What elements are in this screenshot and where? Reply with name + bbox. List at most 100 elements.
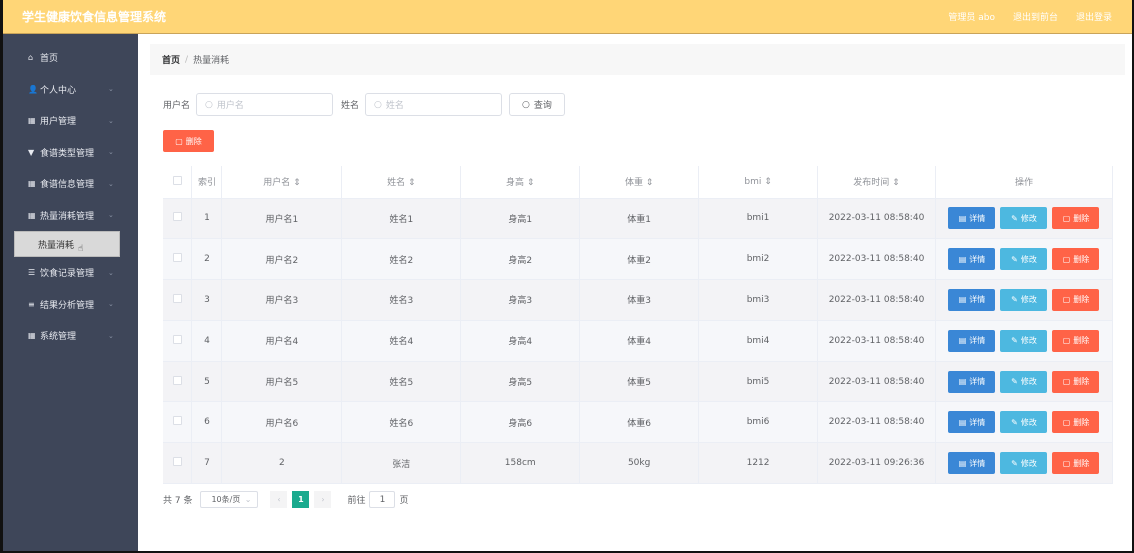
sidebar-item[interactable]: ▼ 食谱类型管理 ⌄ [0,137,138,169]
detail-button[interactable]: ▤ 详情 [948,248,996,271]
row-checkbox-cell[interactable] [163,320,193,362]
row-checkbox-cell[interactable] [163,401,193,444]
sidebar-item[interactable]: ≡ 结果分析管理 ⌄ [0,289,138,321]
table-cell: 2022-03-11 08:58:40 [817,198,936,240]
row-checkbox-cell[interactable] [163,238,193,281]
detail-button[interactable]: ▤ 详情 [948,329,996,352]
sidebar-item[interactable]: ▦ 系统管理 ⌄ [0,320,138,352]
username-input[interactable]: ○ 用户名 [196,93,334,116]
actions-cell: ▤ 详情 ✎ 修改 ▢ 删除 [935,361,1114,403]
sidebar-item[interactable]: ▦ 用户管理 ⌄ [0,105,138,137]
detail-button[interactable]: ▤ 详情 [948,288,996,311]
delete-button[interactable]: ▢ 删除 [1052,452,1100,475]
column-header[interactable]: bmi ⇕ [698,166,819,199]
next-page-button[interactable]: › [314,491,332,508]
delete-button[interactable]: ▢ 删除 [1052,207,1100,230]
query-button[interactable]: ○ 查询 [509,93,565,116]
batch-delete-button[interactable]: ▢ 删除 [163,130,214,152]
row-checkbox-cell[interactable] [163,442,193,485]
row-checkbox-cell[interactable] [163,279,193,321]
data-table: 索引 用户名 ⇕ 姓名 ⇕ 身高 ⇕ 体重 ⇕ bmi ⇕ 发布时间 ⇕ 操作 1 用户名1 姓名… [163,166,1114,485]
column-header[interactable]: 发布时间 ⇕ [817,166,936,199]
edit-label: 修改 [1020,458,1037,468]
sidebar-item[interactable]: ▦ 食谱信息管理 ⌄ [0,168,138,200]
column-header[interactable]: 身高 ⇕ [460,166,581,199]
sidebar-item[interactable]: ▦ 热量消耗管理 ⌄ [0,200,138,232]
edit-button[interactable]: ✎ 修改 [1000,288,1048,311]
goto-label: 前往 [347,496,366,506]
sidebar-item-label: 结果分析管理 [40,300,95,311]
grid-icon: ▦ [28,116,36,126]
column-header[interactable]: 姓名 ⇕ [341,166,462,199]
table-cell: 体重4 [579,320,700,362]
edit-label: 修改 [1020,417,1037,427]
sidebar-subitem-active[interactable]: 热量消耗 ☝ [14,231,120,257]
table-cell: 身高1 [460,198,581,240]
edit-label: 修改 [1020,295,1037,305]
edit-button[interactable]: ✎ 修改 [1000,411,1048,434]
edit-button[interactable]: ✎ 修改 [1000,370,1048,393]
delete-button[interactable]: ▢ 删除 [1052,329,1100,352]
page-size-select[interactable]: 10条/页 ⌄ [200,491,259,508]
edit-button[interactable]: ✎ 修改 [1000,452,1048,475]
table-cell: 姓名1 [341,198,462,240]
name-input[interactable]: ○ 姓名 [365,93,503,116]
grid-icon: ▦ [28,210,36,220]
search-icon: ○ [205,99,213,110]
table-cell: 体重1 [579,198,700,240]
detail-button[interactable]: ▤ 详情 [948,207,996,230]
logout-link[interactable]: 退出登录 [1076,10,1112,23]
sidebar-item[interactable]: ⌂ 首页 [0,42,138,74]
sidebar-item[interactable]: ☰ 饮食记录管理 ⌄ [0,257,138,289]
sidebar-subitem-label: 热量消耗 [38,240,75,251]
delete-label: 删除 [1073,336,1090,346]
delete-button[interactable]: ▢ 删除 [1052,370,1100,393]
delete-button[interactable]: ▢ 删除 [1052,288,1100,311]
select-all-checkbox-cell[interactable] [163,166,193,199]
back-to-front-link[interactable]: 退出到前台 [1013,10,1058,23]
pencil-icon: ✎ [1011,417,1018,427]
column-header[interactable]: 用户名 ⇕ [221,166,343,199]
checkbox[interactable] [172,212,182,222]
pencil-icon: ✎ [1011,336,1018,346]
checkbox[interactable] [172,375,182,385]
sidebar-item[interactable]: 👤 个人中心 ⌄ [0,74,138,106]
page-suffix: 页 [399,496,409,506]
delete-label: 删除 [1073,213,1090,223]
checkbox[interactable] [172,416,182,426]
delete-button[interactable]: ▢ 删除 [1052,248,1100,271]
sidebar-item-label: 热量消耗管理 [40,211,95,222]
delete-button[interactable]: ▢ 删除 [1052,411,1100,434]
table-cell: bmi2 [698,238,819,281]
chevron-down-icon: ⌄ [108,179,114,188]
detail-button[interactable]: ▤ 详情 [948,452,996,475]
breadcrumb-current: 热量消耗 [193,56,230,66]
table-cell: 体重2 [579,238,700,281]
breadcrumb-home[interactable]: 首页 [162,53,180,66]
checkbox[interactable] [172,334,182,344]
checkbox[interactable] [172,253,182,263]
app-title: 学生健康饮食信息管理系统 [22,10,167,24]
table-cell: 2022-03-11 08:58:40 [817,320,936,362]
sidebar-item-label: 食谱信息管理 [40,180,95,191]
detail-label: 详情 [969,417,986,427]
checkbox[interactable] [172,457,182,467]
detail-button[interactable]: ▤ 详情 [948,411,996,434]
detail-label: 详情 [969,254,986,264]
page-1-button[interactable]: 1 [292,491,310,508]
checkbox[interactable] [172,175,182,185]
column-header[interactable]: 体重 ⇕ [579,166,700,199]
prev-page-button[interactable]: ‹ [270,491,288,508]
table-cell: 身高6 [460,401,581,444]
table-cell: 1212 [698,442,819,485]
row-checkbox-cell[interactable] [163,361,193,403]
chevron-down-icon: ⌄ [108,85,114,94]
row-checkbox-cell[interactable] [163,198,193,240]
edit-button[interactable]: ✎ 修改 [1000,329,1048,352]
checkbox[interactable] [172,293,182,303]
goto-page-input[interactable]: 1 [369,491,396,508]
edit-label: 修改 [1020,213,1037,223]
edit-button[interactable]: ✎ 修改 [1000,207,1048,230]
detail-button[interactable]: ▤ 详情 [948,370,996,393]
edit-button[interactable]: ✎ 修改 [1000,248,1048,271]
